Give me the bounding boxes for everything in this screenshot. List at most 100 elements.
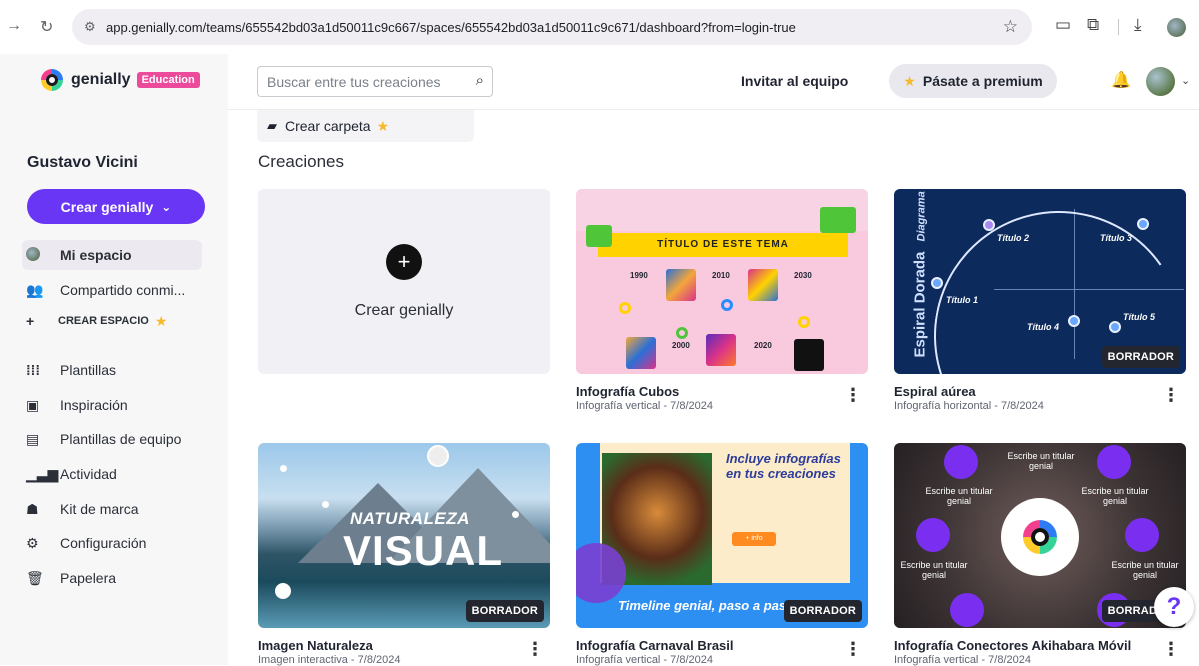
spiral-node: [983, 219, 995, 231]
people-icon: 👥: [26, 281, 44, 298]
hotspot-dot: [512, 511, 519, 518]
sidebar-item-label: Actividad: [60, 466, 117, 482]
thumb-info-button: + info: [732, 532, 776, 546]
sidebar-item-configuracion[interactable]: ⚙ Configuración: [26, 528, 206, 558]
card-title[interactable]: Infografía Conectores Akihabara Móvil: [894, 638, 1131, 653]
toolbar-separator: [1118, 19, 1119, 35]
search-icon[interactable]: ⌕: [476, 72, 484, 89]
more-options-icon[interactable]: ⋮: [844, 386, 862, 404]
bell-icon[interactable]: 🔔: [1111, 70, 1131, 90]
card-thumbnail[interactable]: Incluye infografías en tus creaciones + …: [576, 443, 868, 628]
section-title: Creaciones: [258, 152, 344, 171]
card-title[interactable]: Infografía Carnaval Brasil: [576, 638, 734, 653]
more-options-icon[interactable]: ⋮: [1162, 386, 1180, 404]
card-title[interactable]: Imagen Naturaleza: [258, 638, 373, 653]
chevron-down-icon: ⌄: [161, 199, 172, 214]
user-name: Gustavo Vicini: [27, 154, 138, 171]
card-thumbnail[interactable]: NATURALEZA VISUAL BORRADOR: [258, 443, 550, 628]
url-text[interactable]: app.genially.com/teams/655542bd03a1d5001…: [106, 20, 796, 35]
sidebar-item-plantillas-equipo[interactable]: ▤ Plantillas de equipo: [26, 424, 206, 454]
forward-icon[interactable]: →: [6, 17, 22, 35]
address-bar[interactable]: ⚙ app.genially.com/teams/655542bd03a1d50…: [72, 9, 1032, 45]
reload-icon[interactable]: ↻: [40, 17, 53, 37]
extensions-icon[interactable]: ⧉: [1087, 15, 1099, 35]
sidebar-item-compartido[interactable]: 👥 Compartido conmi...: [26, 275, 206, 305]
genially-logo-icon: [1023, 520, 1057, 554]
grid-icon: ⁞⁞⁞: [26, 362, 40, 378]
folder-plus-icon: ▰: [267, 118, 277, 133]
create-folder-label: Crear carpeta: [285, 118, 371, 134]
premium-button[interactable]: ★ Pásate a premium: [889, 64, 1057, 98]
gear-icon: ⚙: [26, 534, 39, 551]
thumb-image: [706, 334, 736, 366]
spiral-title: Título 3: [1100, 233, 1132, 243]
more-options-icon[interactable]: ⋮: [844, 640, 862, 658]
spiral-node: [1109, 321, 1121, 333]
card-subtitle: Imagen interactiva - 7/8/2024: [258, 654, 401, 666]
presentation-icon: [1125, 518, 1159, 552]
download-icon[interactable]: ⤓: [1134, 15, 1142, 35]
create-genially-label: Crear genially: [60, 198, 154, 215]
card-subtitle: Infografía vertical - 7/8/2024: [576, 654, 713, 666]
monitor-icon: [1097, 445, 1131, 479]
reading-list-icon[interactable]: ▭: [1055, 15, 1071, 35]
card-title[interactable]: Espiral aúrea: [894, 384, 976, 399]
hotspot-dot: [280, 465, 287, 472]
sidebar-item-kit-de-marca[interactable]: ☗ Kit de marca: [26, 494, 206, 524]
card-thumbnail[interactable]: Escribe un titular genial Escribe un tit…: [894, 443, 1186, 628]
bookmark-star-icon[interactable]: ☆: [1003, 17, 1018, 37]
create-genially-card[interactable]: + Crear genially: [258, 189, 550, 374]
lightbulb-icon: [944, 445, 978, 479]
card-subtitle: Infografía vertical - 7/8/2024: [894, 654, 1031, 666]
tune-icon[interactable]: ⚙: [84, 19, 96, 35]
sidebar-item-crear-espacio[interactable]: + CREAR ESPACIO ★: [26, 306, 206, 336]
trash-icon: 🗑: [26, 569, 44, 586]
chevron-down-icon[interactable]: ⌄: [1181, 74, 1190, 87]
sidebar-item-label: CREAR ESPACIO: [58, 315, 149, 327]
bar-chart-icon: ▁▃▆: [26, 465, 59, 482]
sidebar-item-plantillas[interactable]: ⁞⁞⁞ Plantillas: [26, 355, 206, 385]
search-input[interactable]: Buscar entre tus creaciones ⌕: [257, 66, 493, 97]
create-genially-card-label: Crear genially: [354, 302, 454, 319]
draft-badge: BORRADOR: [783, 600, 862, 622]
hotspot-dot: [322, 501, 329, 508]
lego-brick-shape: [586, 225, 612, 247]
thumb-vertical-title: Espiral Dorada Diagrama: [911, 191, 929, 358]
sidebar-item-label: Papelera: [60, 570, 117, 586]
browser-toolbar: → ↻ ⚙ app.genially.com/teams/655542bd03a…: [0, 0, 1199, 54]
draft-badge: BORRADOR: [465, 600, 544, 622]
card-thumbnail[interactable]: TÍTULO DE ESTE TEMA 1990 2010 2030 2000 …: [576, 189, 868, 374]
premium-star-icon: ★: [903, 72, 916, 89]
invite-team-button[interactable]: Invitar al equipo: [741, 73, 848, 89]
more-options-icon[interactable]: ⋮: [1162, 640, 1180, 658]
avatar[interactable]: [1146, 67, 1175, 96]
brand-kit-icon: ☗: [26, 500, 39, 517]
thumb-image: [794, 339, 824, 371]
profile-icon[interactable]: [1167, 18, 1186, 37]
thumb-title-line2: VISUAL: [343, 527, 504, 574]
card-title[interactable]: Infografía Cubos: [576, 384, 679, 399]
premium-star-icon: ★: [154, 312, 168, 329]
create-genially-button[interactable]: Crear genially ⌄: [27, 189, 205, 224]
sidebar-item-mi-espacio[interactable]: Mi espacio: [22, 240, 202, 270]
create-folder-button[interactable]: ▰ Crear carpeta ★: [257, 110, 474, 142]
sidebar: genially Education Gustavo Vicini Crear …: [0, 54, 228, 665]
more-options-icon[interactable]: ⋮: [526, 640, 544, 658]
node-label: Escribe un titular genial: [1111, 560, 1179, 580]
genially-logo[interactable]: genially Education: [41, 69, 200, 91]
card-thumbnail[interactable]: Espiral Dorada Diagrama Título 2 Título …: [894, 189, 1186, 374]
spiral-title: Título 4: [1027, 322, 1059, 332]
help-button[interactable]: ?: [1154, 587, 1194, 627]
draft-badge: BORRADOR: [1101, 346, 1180, 368]
genially-logo-icon: [41, 69, 63, 91]
card-subtitle: Infografía horizontal - 7/8/2024: [894, 400, 1044, 412]
thumb-title-line1: NATURALEZA: [350, 509, 470, 528]
sidebar-item-papelera[interactable]: 🗑 Papelera: [26, 563, 206, 593]
spiral-title: Título 1: [946, 295, 978, 305]
sidebar-item-inspiracion[interactable]: ▣ Inspiración: [26, 390, 206, 420]
node-label: Escribe un titular genial: [925, 486, 993, 506]
sidebar-item-actividad[interactable]: ▁▃▆ Actividad: [26, 459, 206, 489]
brand-name: genially: [71, 71, 131, 88]
sidebar-item-label: Inspiración: [60, 397, 128, 413]
inspiration-icon: ▣: [26, 396, 40, 413]
